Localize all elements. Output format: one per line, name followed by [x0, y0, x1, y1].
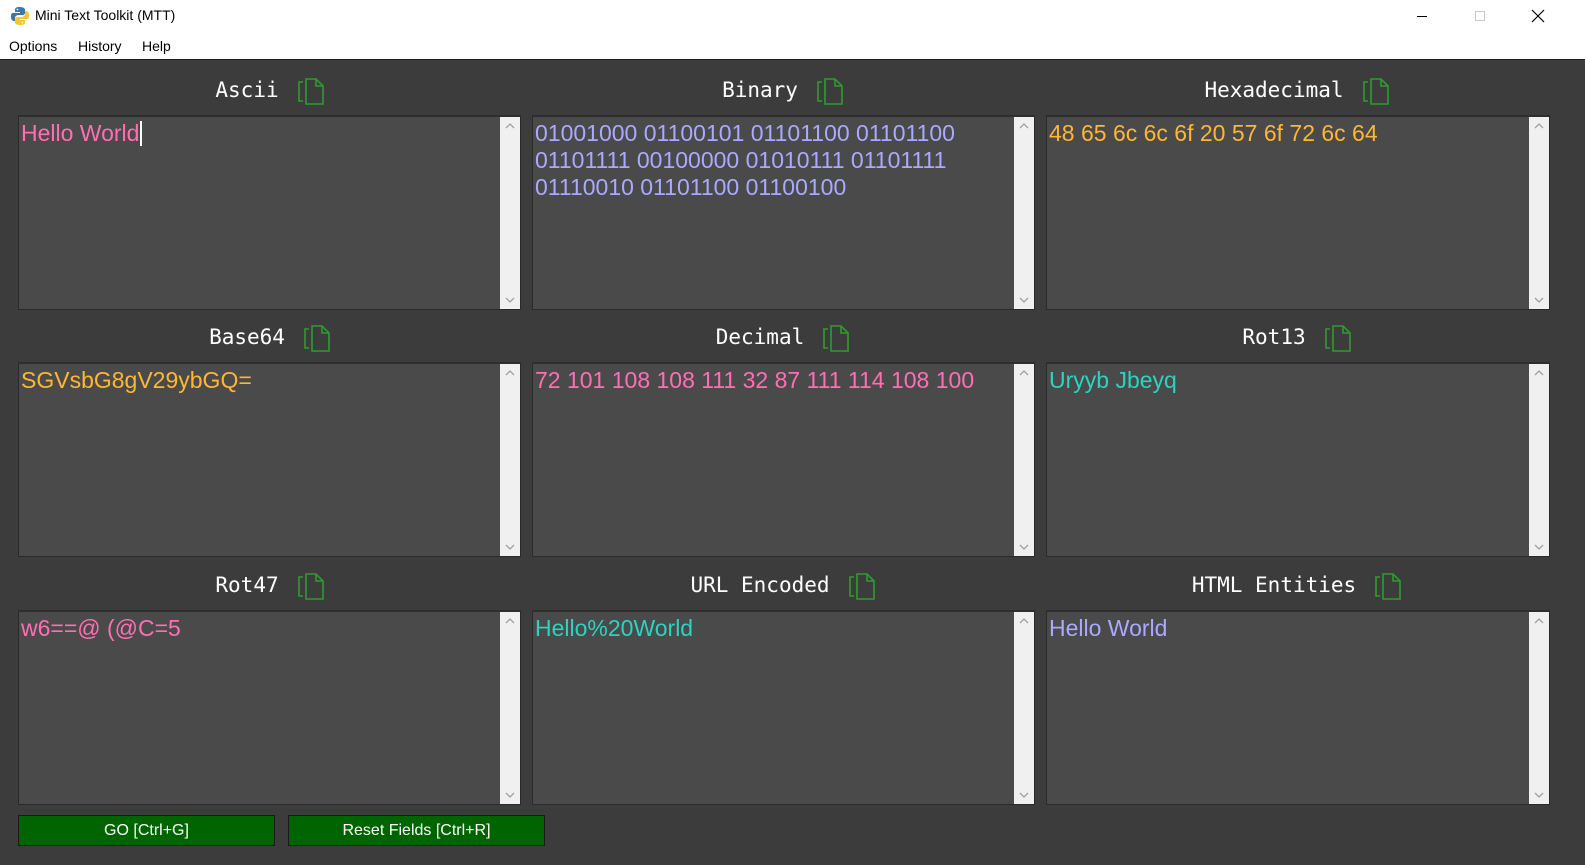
rot13-label: Rot13 — [1242, 325, 1306, 349]
rot47-header: Rot47 — [20, 565, 520, 605]
scrollbar[interactable] — [1014, 612, 1034, 804]
copy-icon[interactable] — [848, 569, 876, 601]
scrollbar[interactable] — [1014, 117, 1034, 309]
close-button[interactable] — [1515, 0, 1561, 32]
hexadecimal-label: Hexadecimal — [1204, 78, 1344, 102]
html-entities-value: Hello World — [1049, 615, 1168, 641]
ascii-textbox[interactable]: Hello World — [18, 115, 521, 310]
rot47-label: Rot47 — [215, 573, 279, 597]
scroll-down-arrow-icon[interactable] — [1014, 538, 1034, 556]
scroll-up-arrow-icon[interactable] — [1014, 117, 1034, 135]
scroll-down-arrow-icon[interactable] — [1014, 786, 1034, 804]
scrollbar[interactable] — [1014, 364, 1034, 556]
scroll-down-arrow-icon[interactable] — [1529, 538, 1549, 556]
url-encoded-value: Hello%20World — [535, 615, 694, 641]
scroll-down-arrow-icon[interactable] — [1014, 291, 1034, 309]
python-app-icon — [11, 7, 29, 25]
scroll-up-arrow-icon[interactable] — [1529, 117, 1549, 135]
hexadecimal-value: 48 65 6c 6c 6f 20 57 6f 72 6c 64 — [1049, 120, 1378, 146]
copy-icon[interactable] — [303, 321, 331, 353]
binary-header: Binary — [533, 70, 1033, 110]
url-encoded-label: URL Encoded — [690, 573, 830, 597]
decimal-label: Decimal — [715, 325, 805, 349]
base64-label: Base64 — [209, 325, 285, 349]
scroll-down-arrow-icon[interactable] — [1529, 786, 1549, 804]
scrollbar[interactable] — [500, 117, 520, 309]
rot47-textbox[interactable]: w6==@ (@C=5 — [18, 610, 521, 805]
scroll-down-arrow-icon[interactable] — [500, 786, 520, 804]
title-bar: Mini Text Toolkit (MTT) — [0, 0, 1585, 32]
decimal-textbox[interactable]: 72 101 108 108 111 32 87 111 114 108 100 — [532, 362, 1035, 557]
copy-icon[interactable] — [816, 74, 844, 106]
base64-value: SGVsbG8gV29ybGQ= — [21, 367, 252, 393]
scroll-down-arrow-icon[interactable] — [500, 538, 520, 556]
base64-header: Base64 — [20, 317, 520, 357]
decimal-value: 72 101 108 108 111 32 87 111 114 108 100 — [535, 367, 975, 393]
copy-icon[interactable] — [1324, 321, 1352, 353]
scroll-up-arrow-icon[interactable] — [1014, 612, 1034, 630]
copy-icon[interactable] — [1362, 74, 1390, 106]
scroll-up-arrow-icon[interactable] — [500, 612, 520, 630]
ascii-header: Ascii — [20, 70, 520, 110]
binary-value: 01001000 01100101 01101100 01101100 0110… — [535, 120, 955, 200]
scroll-up-arrow-icon[interactable] — [500, 364, 520, 382]
ascii-value: Hello World — [21, 120, 140, 146]
maximize-button[interactable] — [1457, 0, 1503, 32]
scrollbar[interactable] — [1529, 117, 1549, 309]
menu-options[interactable]: Options — [9, 38, 57, 54]
copy-icon[interactable] — [297, 569, 325, 601]
rot13-header: Rot13 — [1047, 317, 1547, 357]
rot13-value: Uryyb Jbeyq — [1049, 367, 1177, 393]
scroll-down-arrow-icon[interactable] — [500, 291, 520, 309]
hexadecimal-textbox[interactable]: 48 65 6c 6c 6f 20 57 6f 72 6c 64 — [1046, 115, 1550, 310]
scroll-up-arrow-icon[interactable] — [500, 117, 520, 135]
menu-history[interactable]: History — [78, 38, 122, 54]
scroll-down-arrow-icon[interactable] — [1529, 291, 1549, 309]
copy-icon[interactable] — [822, 321, 850, 353]
maximize-icon — [1475, 11, 1485, 21]
go-button[interactable]: GO [Ctrl+G] — [18, 815, 275, 846]
reset-fields-button[interactable]: Reset Fields [Ctrl+R] — [288, 815, 545, 846]
rot13-textbox[interactable]: Uryyb Jbeyq — [1046, 362, 1550, 557]
html-entities-textbox[interactable]: Hello World — [1046, 610, 1550, 805]
window-title: Mini Text Toolkit (MTT) — [35, 7, 176, 23]
base64-textbox[interactable]: SGVsbG8gV29ybGQ= — [18, 362, 521, 557]
scrollbar[interactable] — [1529, 364, 1549, 556]
scrollbar[interactable] — [500, 612, 520, 804]
url-encoded-header: URL Encoded — [533, 565, 1033, 605]
copy-icon[interactable] — [1374, 569, 1402, 601]
url-encoded-textbox[interactable]: Hello%20World — [532, 610, 1035, 805]
minimize-button[interactable] — [1399, 0, 1445, 32]
scroll-up-arrow-icon[interactable] — [1014, 364, 1034, 382]
ascii-text: Hello World — [21, 120, 496, 147]
hexadecimal-header: Hexadecimal — [1047, 70, 1547, 110]
minimize-icon — [1417, 16, 1427, 17]
copy-icon[interactable] — [297, 74, 325, 106]
scrollbar[interactable] — [500, 364, 520, 556]
close-icon — [1531, 9, 1545, 23]
binary-textbox[interactable]: 01001000 01100101 01101100 01101100 0110… — [532, 115, 1035, 310]
rot47-value: w6==@ (@C=5 — [21, 615, 181, 641]
ascii-label: Ascii — [215, 78, 279, 102]
decimal-header: Decimal — [533, 317, 1033, 357]
html-entities-label: HTML Entities — [1191, 573, 1357, 597]
scroll-up-arrow-icon[interactable] — [1529, 612, 1549, 630]
text-caret — [140, 121, 143, 146]
scroll-up-arrow-icon[interactable] — [1529, 364, 1549, 382]
scrollbar[interactable] — [1529, 612, 1549, 804]
menu-help[interactable]: Help — [142, 38, 171, 54]
menu-bar: Options History Help — [0, 32, 1585, 59]
binary-label: Binary — [722, 78, 798, 102]
html-entities-header: HTML Entities — [1047, 565, 1547, 605]
